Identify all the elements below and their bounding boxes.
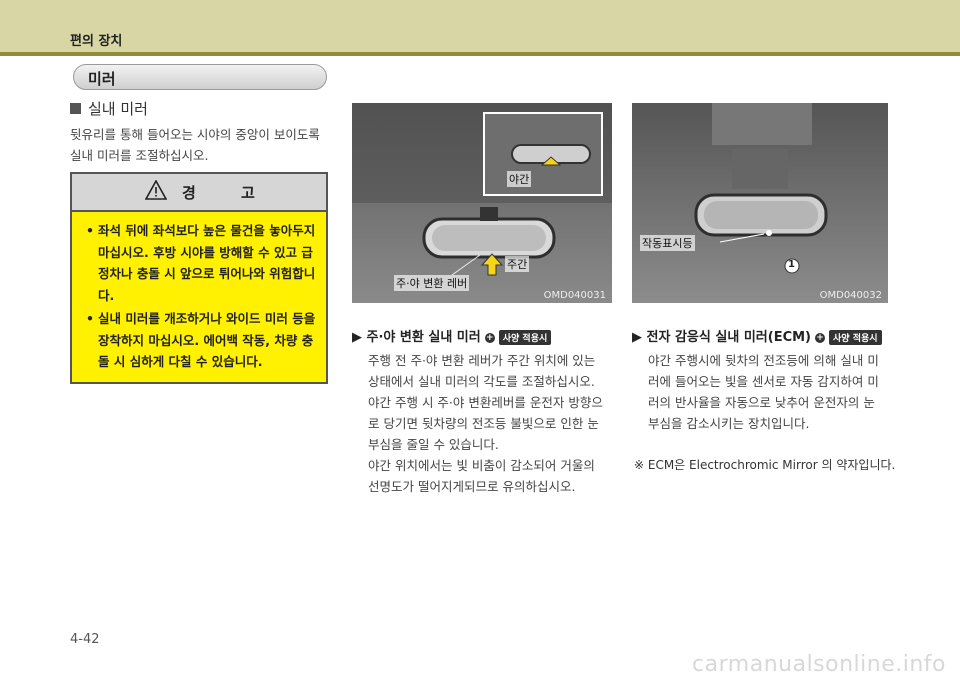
day-night-body: 주행 전 주·야 변환 레버가 주간 위치에 있는 상태에서 실내 미러의 각도…	[368, 353, 603, 494]
option-badge: 사양 적용시	[829, 330, 882, 345]
photo-id: OMD040032	[819, 290, 882, 301]
photo-illustration	[352, 103, 612, 303]
warning-box: 경 고 • 좌석 뒤에 좌석보다 높은 물건을 놓아두지 마십시오. 후방 시야를…	[70, 172, 328, 384]
warning-list: • 좌석 뒤에 좌석보다 높은 물건을 놓아두지 마십시오. 후방 시야를 방해할…	[84, 220, 320, 373]
photo-id: OMD040031	[543, 290, 606, 301]
day-label: 주간	[505, 256, 530, 272]
interior-mirror-heading: 실내 미러	[88, 100, 148, 118]
night-label: 야간	[507, 171, 532, 187]
ecm-mirror-photo: 작동표시등 1 OMD040032	[632, 103, 888, 303]
topic-pill: 미러	[73, 64, 327, 90]
lever-label: 주·야 변환 레버	[394, 275, 470, 291]
marker-number: 1	[788, 259, 795, 270]
top-band	[0, 0, 960, 52]
ecm-body: 야간 주행시에 뒷차의 전조등에 의해 실내 미 러에 들어오는 빛을 센서로 …	[648, 353, 879, 431]
warning-header: 경 고	[72, 174, 326, 212]
play-triangle-icon: ▶	[352, 330, 367, 345]
play-triangle-icon: ▶	[632, 330, 647, 345]
heading-square-icon	[70, 103, 81, 114]
plus-icon: +	[815, 332, 825, 343]
warning-item: • 실내 미러를 개조하거나 와이드 미러 등을 장착하지 마십시오. 에어백 작…	[86, 311, 316, 369]
interior-mirror-desc: 뒷유리를 통해 들어오는 시야의 중앙이 보이도록 실내 미러를 조절하십시오.	[70, 127, 320, 163]
warning-triangle-icon	[145, 180, 167, 200]
option-badge: 사양 적용시	[498, 330, 552, 345]
plus-icon: +	[484, 332, 495, 343]
section-title: 편의 장치	[70, 34, 123, 49]
day-night-mirror-photo: 야간 주간 주·야 변환 레버 OMD040031	[352, 103, 612, 303]
ecm-title: ▶ 전자 감응식 실내 미러(ECM) + 사양 적용시	[632, 326, 882, 345]
indicator-lamp-label: 작동표시등	[640, 235, 695, 251]
ecm-note: ※ ECM은 Electrochromic Mirror 의 약자입니다.	[634, 458, 896, 472]
warning-item: • 좌석 뒤에 좌석보다 높은 물건을 놓아두지 마십시오. 후방 시야를 방해할…	[86, 223, 316, 303]
page-number: 4-42	[70, 632, 100, 647]
day-night-title: ▶ 주·야 변환 실내 미러 + 사양 적용시	[352, 326, 552, 345]
warning-title: 경 고	[182, 184, 275, 202]
photo-illustration	[632, 103, 888, 303]
top-band-rule	[0, 52, 960, 56]
topic-pill-label: 미러	[88, 70, 116, 88]
watermark: carmanualsonline.info	[692, 652, 946, 677]
